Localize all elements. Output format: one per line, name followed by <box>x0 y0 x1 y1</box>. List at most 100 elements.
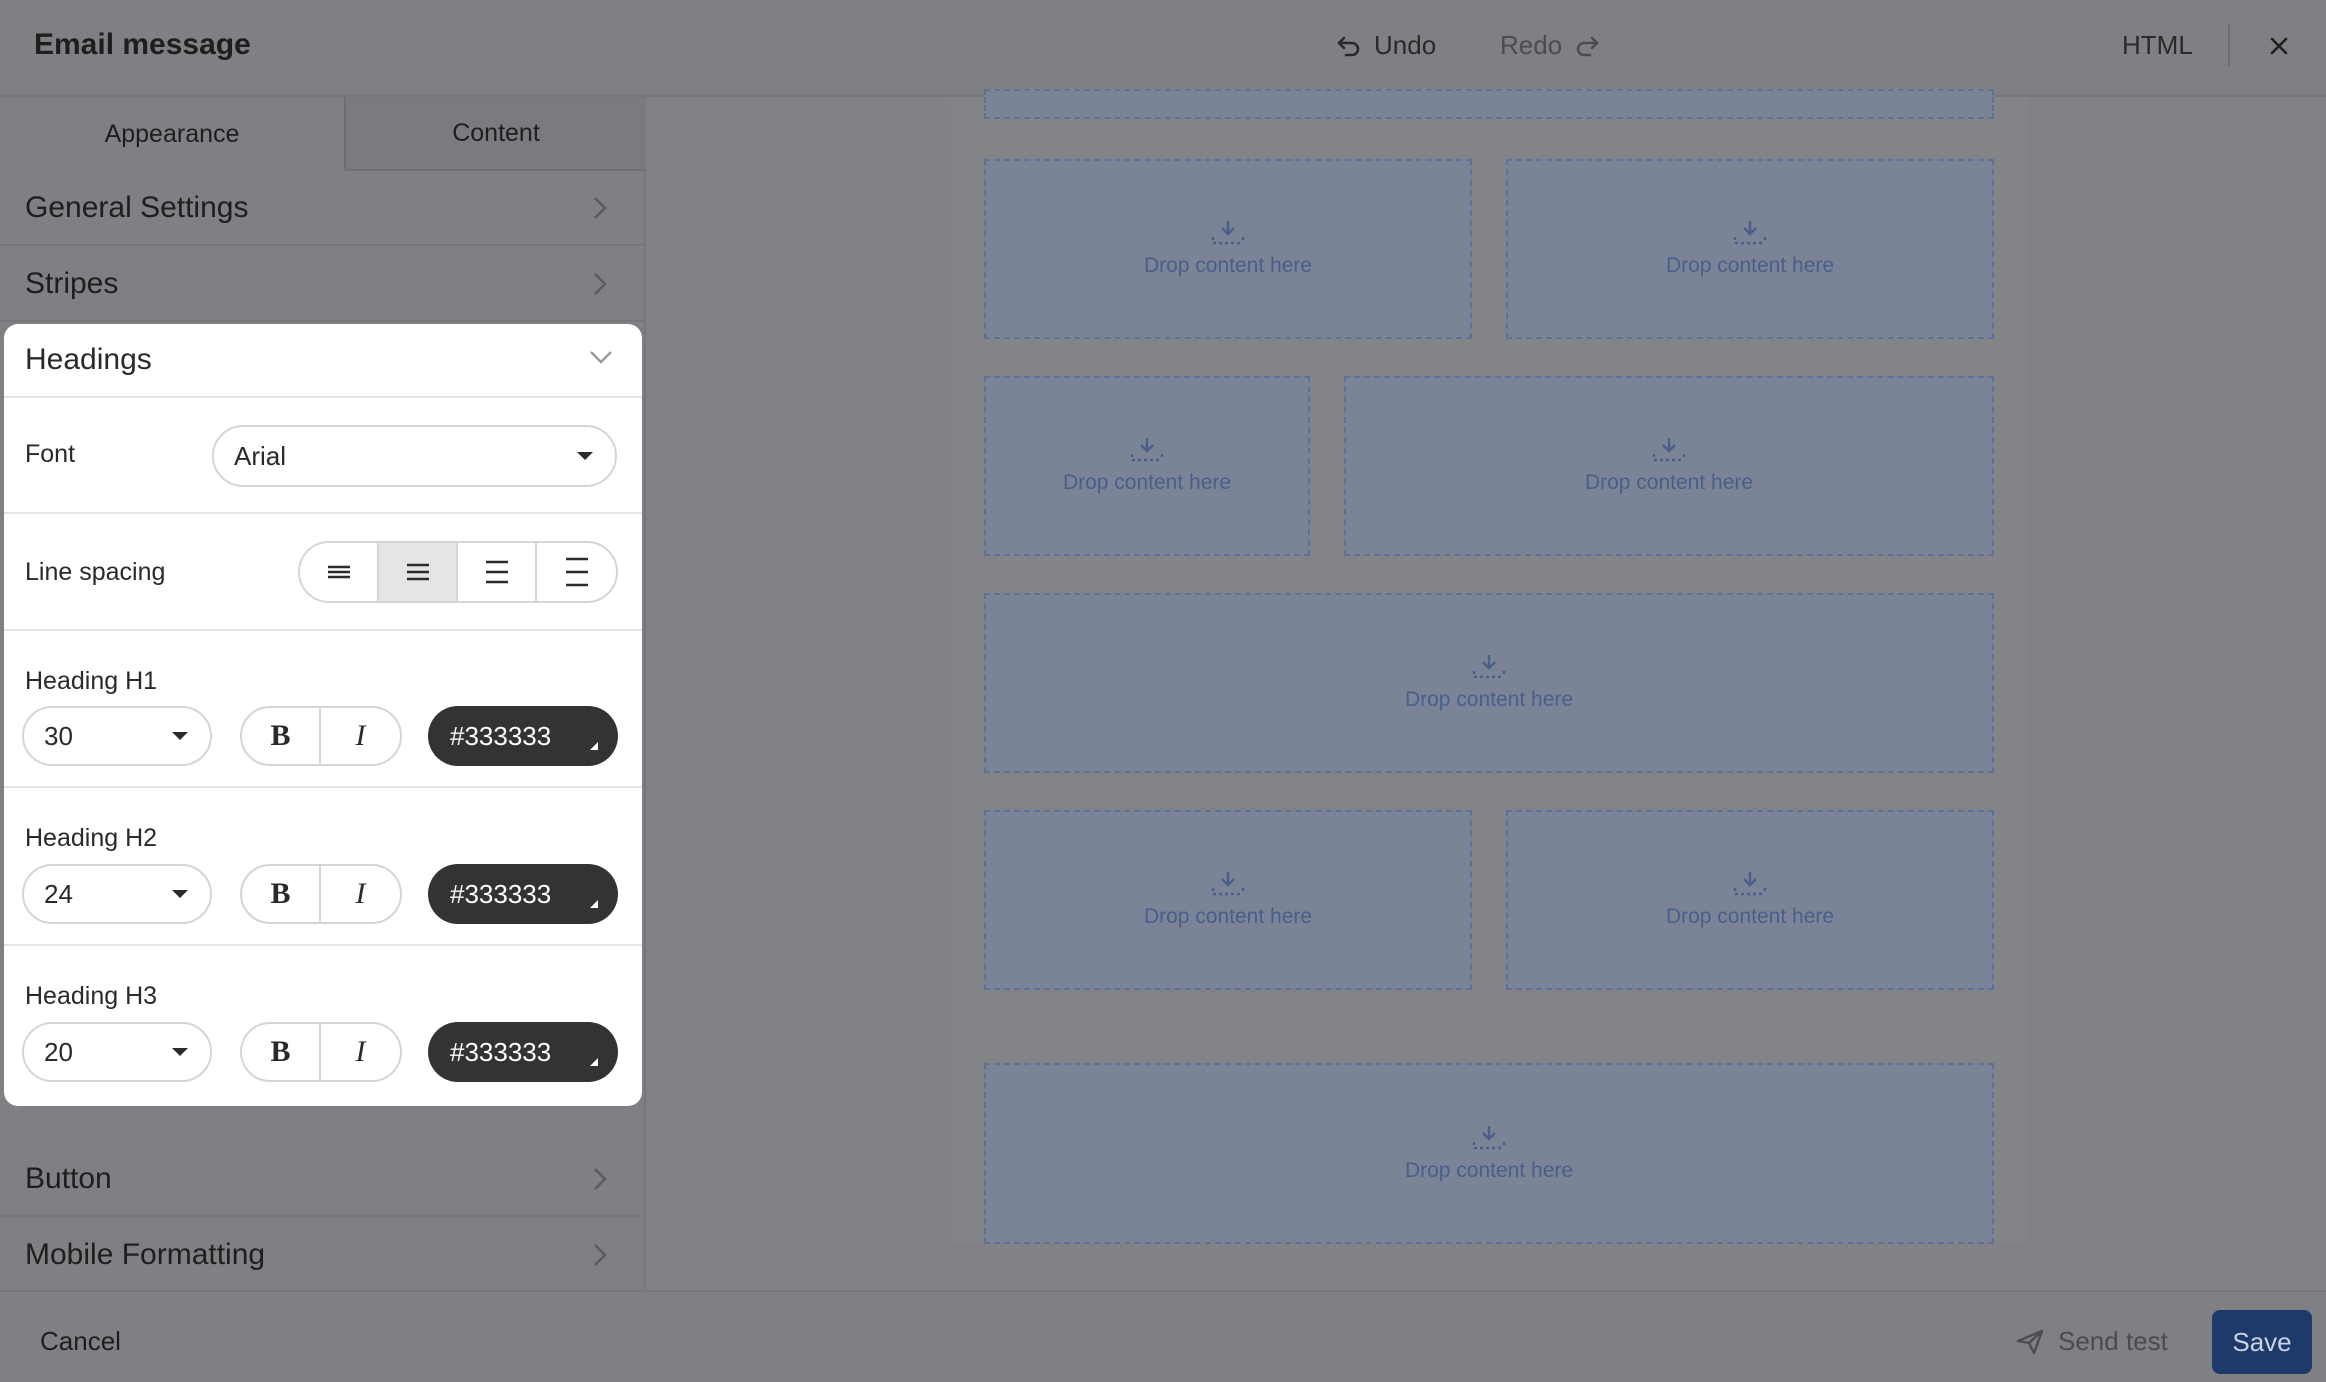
tab-content[interactable]: Content <box>344 97 646 171</box>
heading-h3-size-select[interactable]: 20 <box>22 1022 212 1082</box>
header-divider <box>2228 24 2230 66</box>
cancel-button[interactable]: Cancel <box>40 1326 121 1357</box>
page-title: Email message <box>34 28 251 61</box>
heading-h3-row: Heading H3 20 B I #333333 <box>4 946 642 1106</box>
chevron-right-icon <box>594 1168 607 1190</box>
paper-plane-icon <box>2016 1329 2044 1354</box>
drop-label: Drop content here <box>1404 1158 1574 1182</box>
line-spacing-relaxed-icon <box>485 560 508 584</box>
caret-down-icon <box>172 890 188 898</box>
drop-download-icon <box>1211 872 1245 896</box>
drop-zone[interactable]: Drop content here <box>1506 810 1994 990</box>
line-spacing-control <box>298 541 618 603</box>
chevron-down-icon <box>590 351 612 364</box>
section-label: Button <box>25 1161 112 1195</box>
heading-h1-color-picker[interactable]: #333333 <box>428 706 618 766</box>
heading-h2-label: Heading H2 <box>25 824 158 852</box>
drop-zone[interactable]: Drop content here <box>984 376 1310 556</box>
heading-h1-size-select[interactable]: 30 <box>22 706 212 766</box>
heading-h2-style-control: B I <box>240 864 402 924</box>
heading-h3-color-value: #333333 <box>450 1036 552 1067</box>
line-spacing-loose-button[interactable] <box>537 543 616 601</box>
chevron-right-icon <box>594 273 607 295</box>
heading-h1-label: Heading H1 <box>25 667 158 695</box>
line-spacing-relaxed-button[interactable] <box>458 543 537 601</box>
html-button[interactable]: HTML <box>2122 30 2193 61</box>
caret-down-icon <box>577 452 593 460</box>
drop-label: Drop content here <box>1143 905 1313 928</box>
section-label: General Settings <box>25 190 249 224</box>
font-row: Font Arial <box>4 398 642 514</box>
line-spacing-label: Line spacing <box>25 558 166 586</box>
headings-section-header[interactable]: Headings <box>4 324 642 398</box>
bold-icon: B <box>270 1035 291 1068</box>
drop-label: Drop content here <box>1665 254 1835 277</box>
drop-zone[interactable] <box>984 89 1994 119</box>
resize-corner-icon <box>590 742 598 750</box>
heading-h1-size-value: 30 <box>44 720 73 751</box>
heading-h2-size-select[interactable]: 24 <box>22 864 212 924</box>
section-mobile-formatting[interactable]: Mobile Formatting <box>0 1218 646 1293</box>
heading-h1-color-value: #333333 <box>450 720 552 751</box>
bold-button[interactable]: B <box>242 708 321 764</box>
line-spacing-normal-button[interactable] <box>379 543 458 601</box>
italic-icon: I <box>355 877 366 910</box>
drop-zone[interactable]: Drop content here <box>984 810 1472 990</box>
heading-h1-row: Heading H1 30 B I #333333 <box>4 631 642 788</box>
undo-label: Undo <box>1374 30 1437 60</box>
drop-download-icon <box>1472 655 1506 679</box>
italic-button[interactable]: I <box>321 866 400 922</box>
section-general-settings[interactable]: General Settings <box>0 171 646 246</box>
heading-h3-size-value: 20 <box>44 1036 73 1067</box>
heading-h3-color-picker[interactable]: #333333 <box>428 1022 618 1082</box>
drop-label: Drop content here <box>1404 688 1574 711</box>
drop-download-icon <box>1733 872 1767 896</box>
heading-h3-style-control: B I <box>240 1022 402 1082</box>
drop-download-icon <box>1472 1125 1506 1149</box>
caret-down-icon <box>172 732 188 740</box>
bold-button[interactable]: B <box>242 1024 321 1080</box>
redo-button[interactable]: Redo <box>1500 30 1600 61</box>
drop-label: Drop content here <box>1665 905 1835 928</box>
line-spacing-loose-icon <box>565 557 588 587</box>
footer-bar: Cancel Send test Save <box>0 1290 2326 1382</box>
heading-h2-size-value: 24 <box>44 878 73 909</box>
redo-label: Redo <box>1500 30 1563 60</box>
tab-appearance[interactable]: Appearance <box>0 97 344 171</box>
close-button[interactable] <box>2264 28 2294 64</box>
resize-corner-icon <box>590 900 598 908</box>
section-stripes[interactable]: Stripes <box>0 247 646 322</box>
line-spacing-tight-button[interactable] <box>300 543 379 601</box>
line-spacing-row: Line spacing <box>4 514 642 631</box>
email-canvas: Drop content here Drop content here Drop… <box>950 89 2028 1244</box>
font-select[interactable]: Arial <box>212 425 617 487</box>
heading-h1-style-control: B I <box>240 706 402 766</box>
section-label: Stripes <box>25 266 119 300</box>
drop-zone[interactable]: Drop content here <box>1506 159 1994 339</box>
section-label: Headings <box>25 343 152 376</box>
line-spacing-tight-icon <box>327 565 350 579</box>
send-test-button[interactable]: Send test <box>2016 1326 2168 1357</box>
drop-zone[interactable]: Drop content here <box>984 1063 1994 1244</box>
caret-down-icon <box>172 1048 188 1056</box>
redo-icon <box>1576 36 1599 56</box>
heading-h2-color-picker[interactable]: #333333 <box>428 864 618 924</box>
drop-zone[interactable]: Drop content here <box>984 593 1994 773</box>
italic-button[interactable]: I <box>321 1024 400 1080</box>
bold-icon: B <box>270 719 291 752</box>
close-icon <box>2270 37 2288 55</box>
undo-icon <box>1337 36 1360 56</box>
chevron-right-icon <box>594 197 607 219</box>
section-button[interactable]: Button <box>0 1142 646 1217</box>
undo-button[interactable]: Undo <box>1336 30 1436 61</box>
drop-label: Drop content here <box>1143 254 1313 277</box>
heading-h3-label: Heading H3 <box>25 982 158 1010</box>
drop-zone[interactable]: Drop content here <box>984 159 1472 339</box>
bold-button[interactable]: B <box>242 866 321 922</box>
italic-button[interactable]: I <box>321 708 400 764</box>
save-button[interactable]: Save <box>2212 1310 2312 1374</box>
drop-label: Drop content here <box>1062 471 1232 494</box>
drop-zone[interactable]: Drop content here <box>1344 376 1994 556</box>
top-bar: Email message Undo Redo HTML <box>0 0 2326 97</box>
italic-icon: I <box>355 1035 366 1068</box>
